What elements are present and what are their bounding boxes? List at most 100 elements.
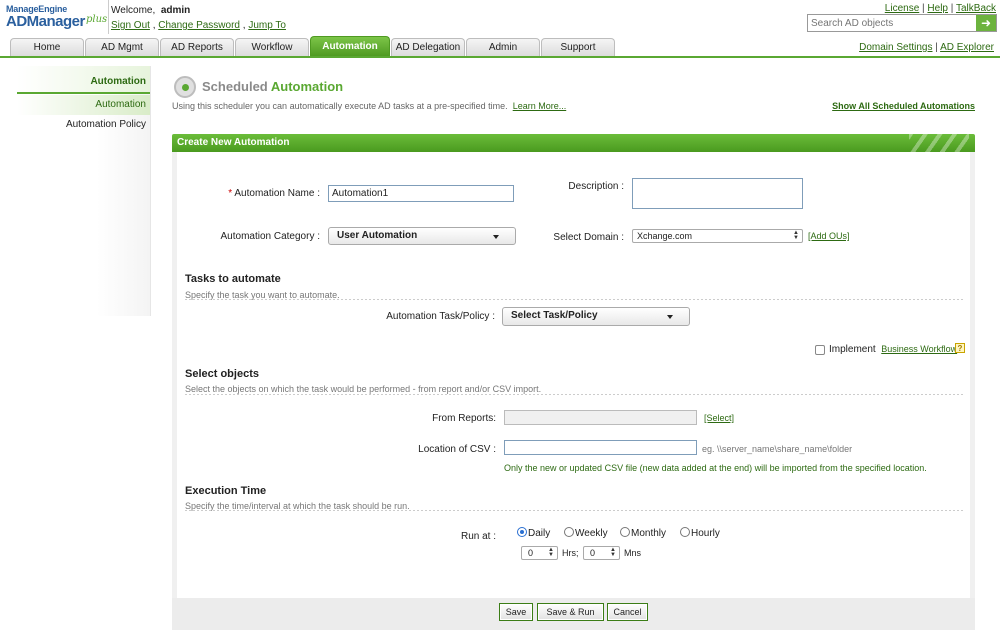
license-link[interactable]: License (885, 3, 919, 14)
page-title-gray: Scheduled (202, 79, 268, 94)
tab-right-links: Domain Settings | AD Explorer (859, 42, 994, 53)
automation-name-input[interactable] (328, 185, 514, 202)
domain-value: Xchange.com (637, 231, 693, 241)
description-label: Description : (568, 181, 624, 192)
page-description-text: Using this scheduler you can automatical… (172, 101, 508, 111)
from-reports-label: From Reports: (432, 413, 496, 424)
page-title: Scheduled Automation (172, 72, 975, 98)
logo-plus: plus (86, 14, 108, 25)
welcome-prefix: Welcome, (111, 5, 156, 16)
main-content: Scheduled Automation Using this schedule… (172, 72, 975, 630)
minutes-unit-label: Mns (624, 548, 642, 558)
radio-monthly[interactable] (620, 527, 630, 537)
main-tabbar: Home AD Mgmt AD Reports Workflow Automat… (0, 36, 1000, 58)
automation-name-label: * Automation Name : (200, 188, 320, 199)
updown-arrows-icon: ▲ ▼ (793, 230, 799, 241)
tab-admin[interactable]: Admin (466, 38, 540, 56)
section-divider (185, 510, 964, 511)
save-and-run-button[interactable]: Save & Run (537, 603, 604, 621)
add-ous-link[interactable]: [Add OUs] (808, 231, 850, 241)
change-password-link[interactable]: Change Password (158, 20, 240, 31)
implement-workflow-checkbox[interactable] (815, 345, 825, 355)
tab-ad-reports[interactable]: AD Reports (160, 38, 234, 56)
tab-ad-delegation[interactable]: AD Delegation (391, 38, 465, 56)
cancel-button[interactable]: Cancel (607, 603, 648, 621)
objects-section-title: Select objects (185, 368, 259, 380)
sidebar: Automation Automation Automation Policy (17, 66, 151, 316)
task-policy-dropdown[interactable]: Select Task/Policy (502, 307, 690, 326)
business-workflow-link[interactable]: Business Workflow (881, 344, 957, 354)
search-input[interactable] (808, 15, 974, 31)
radio-hourly[interactable] (680, 527, 690, 537)
username: admin (160, 5, 191, 16)
scheduler-gear-icon (174, 76, 196, 98)
chevron-down-icon (667, 315, 673, 319)
run-at-label: Run at : (460, 531, 496, 542)
save-button[interactable]: Save (499, 603, 533, 621)
panel-heading: Create New Automation (172, 134, 975, 152)
csv-location-input[interactable] (504, 440, 697, 455)
sidebar-heading[interactable]: Automation (17, 66, 150, 94)
radio-weekly[interactable] (564, 527, 574, 537)
task-policy-value: Select Task/Policy (511, 310, 598, 321)
required-asterisk: * (228, 188, 233, 199)
arrow-right-icon[interactable]: ➜ (976, 15, 996, 31)
page-title-green: Automation (270, 79, 344, 94)
radio-daily[interactable] (517, 527, 527, 537)
tab-home[interactable]: Home (10, 38, 84, 56)
logo[interactable]: ManageEngine ADManager plus (6, 4, 108, 32)
csv-location-label: Location of CSV : (418, 444, 496, 455)
domain-settings-link[interactable]: Domain Settings (859, 42, 932, 53)
select-reports-link[interactable]: [Select] (704, 413, 734, 423)
tab-automation[interactable]: Automation (310, 36, 390, 56)
select-domain-label: Select Domain : (553, 232, 624, 243)
jump-to-link[interactable]: Jump To (248, 20, 286, 31)
section-divider (185, 394, 964, 395)
implement-label: Implement (829, 344, 876, 355)
tab-ad-mgmt[interactable]: AD Mgmt (85, 38, 159, 56)
welcome-block: Welcome, admin Sign Out , Change Passwor… (108, 0, 286, 34)
tab-workflow[interactable]: Workflow (235, 38, 309, 56)
search-box: ➜ (807, 14, 997, 32)
chevron-down-icon (493, 235, 499, 239)
ad-explorer-link[interactable]: AD Explorer (940, 42, 994, 53)
panel-stripes (909, 134, 969, 152)
tasks-section-title: Tasks to automate (185, 273, 281, 285)
execution-section-title: Execution Time (185, 485, 267, 497)
csv-note: Only the new or updated CSV file (new da… (504, 463, 927, 473)
objects-section-subtitle: Select the objects on which the task wou… (185, 384, 542, 394)
task-policy-label: Automation Task/Policy : (386, 311, 495, 322)
hours-select[interactable]: 0 ▲ ▼ (521, 546, 558, 560)
panel-heading-text: Create New Automation (177, 137, 290, 148)
hours-value: 0 (528, 548, 534, 558)
from-reports-input[interactable] (504, 410, 697, 425)
account-links: Sign Out , Change Password , Jump To (111, 20, 286, 31)
section-divider (185, 299, 964, 300)
implement-workflow-text: Implement Business Workflow (829, 344, 957, 355)
automation-name-label-text: Automation Name : (234, 188, 320, 199)
domain-select[interactable]: Xchange.com ▲ ▼ (632, 229, 803, 243)
hours-unit-label: Hrs; (562, 548, 579, 558)
minutes-select[interactable]: 0 ▲ ▼ (583, 546, 620, 560)
sidebar-item-automation-policy[interactable]: Automation Policy (17, 115, 150, 135)
automation-category-label: Automation Category : (220, 231, 321, 242)
updown-arrows-icon: ▲ ▼ (548, 547, 554, 558)
talkback-link[interactable]: TalkBack (956, 3, 996, 14)
tab-support[interactable]: Support (541, 38, 615, 56)
sign-out-link[interactable]: Sign Out (111, 20, 150, 31)
radio-hourly-label[interactable]: Hourly (691, 528, 720, 539)
sidebar-item-automation[interactable]: Automation (17, 95, 150, 115)
automation-category-value: User Automation (337, 230, 418, 241)
help-icon[interactable]: ? (955, 343, 965, 353)
description-textarea[interactable] (632, 178, 803, 209)
radio-monthly-label[interactable]: Monthly (631, 528, 666, 539)
radio-weekly-label[interactable]: Weekly (575, 528, 608, 539)
help-link[interactable]: Help (927, 3, 948, 14)
show-all-scheduled-link[interactable]: Show All Scheduled Automations (832, 101, 975, 111)
automation-category-dropdown[interactable]: User Automation (328, 227, 516, 245)
header: ManageEngine ADManager plus Welcome, adm… (0, 0, 1000, 36)
learn-more-link[interactable]: Learn More... (513, 101, 567, 111)
radio-daily-label[interactable]: Daily (528, 528, 550, 539)
top-links: License | Help | TalkBack (884, 3, 996, 14)
updown-arrows-icon: ▲ ▼ (610, 547, 616, 558)
